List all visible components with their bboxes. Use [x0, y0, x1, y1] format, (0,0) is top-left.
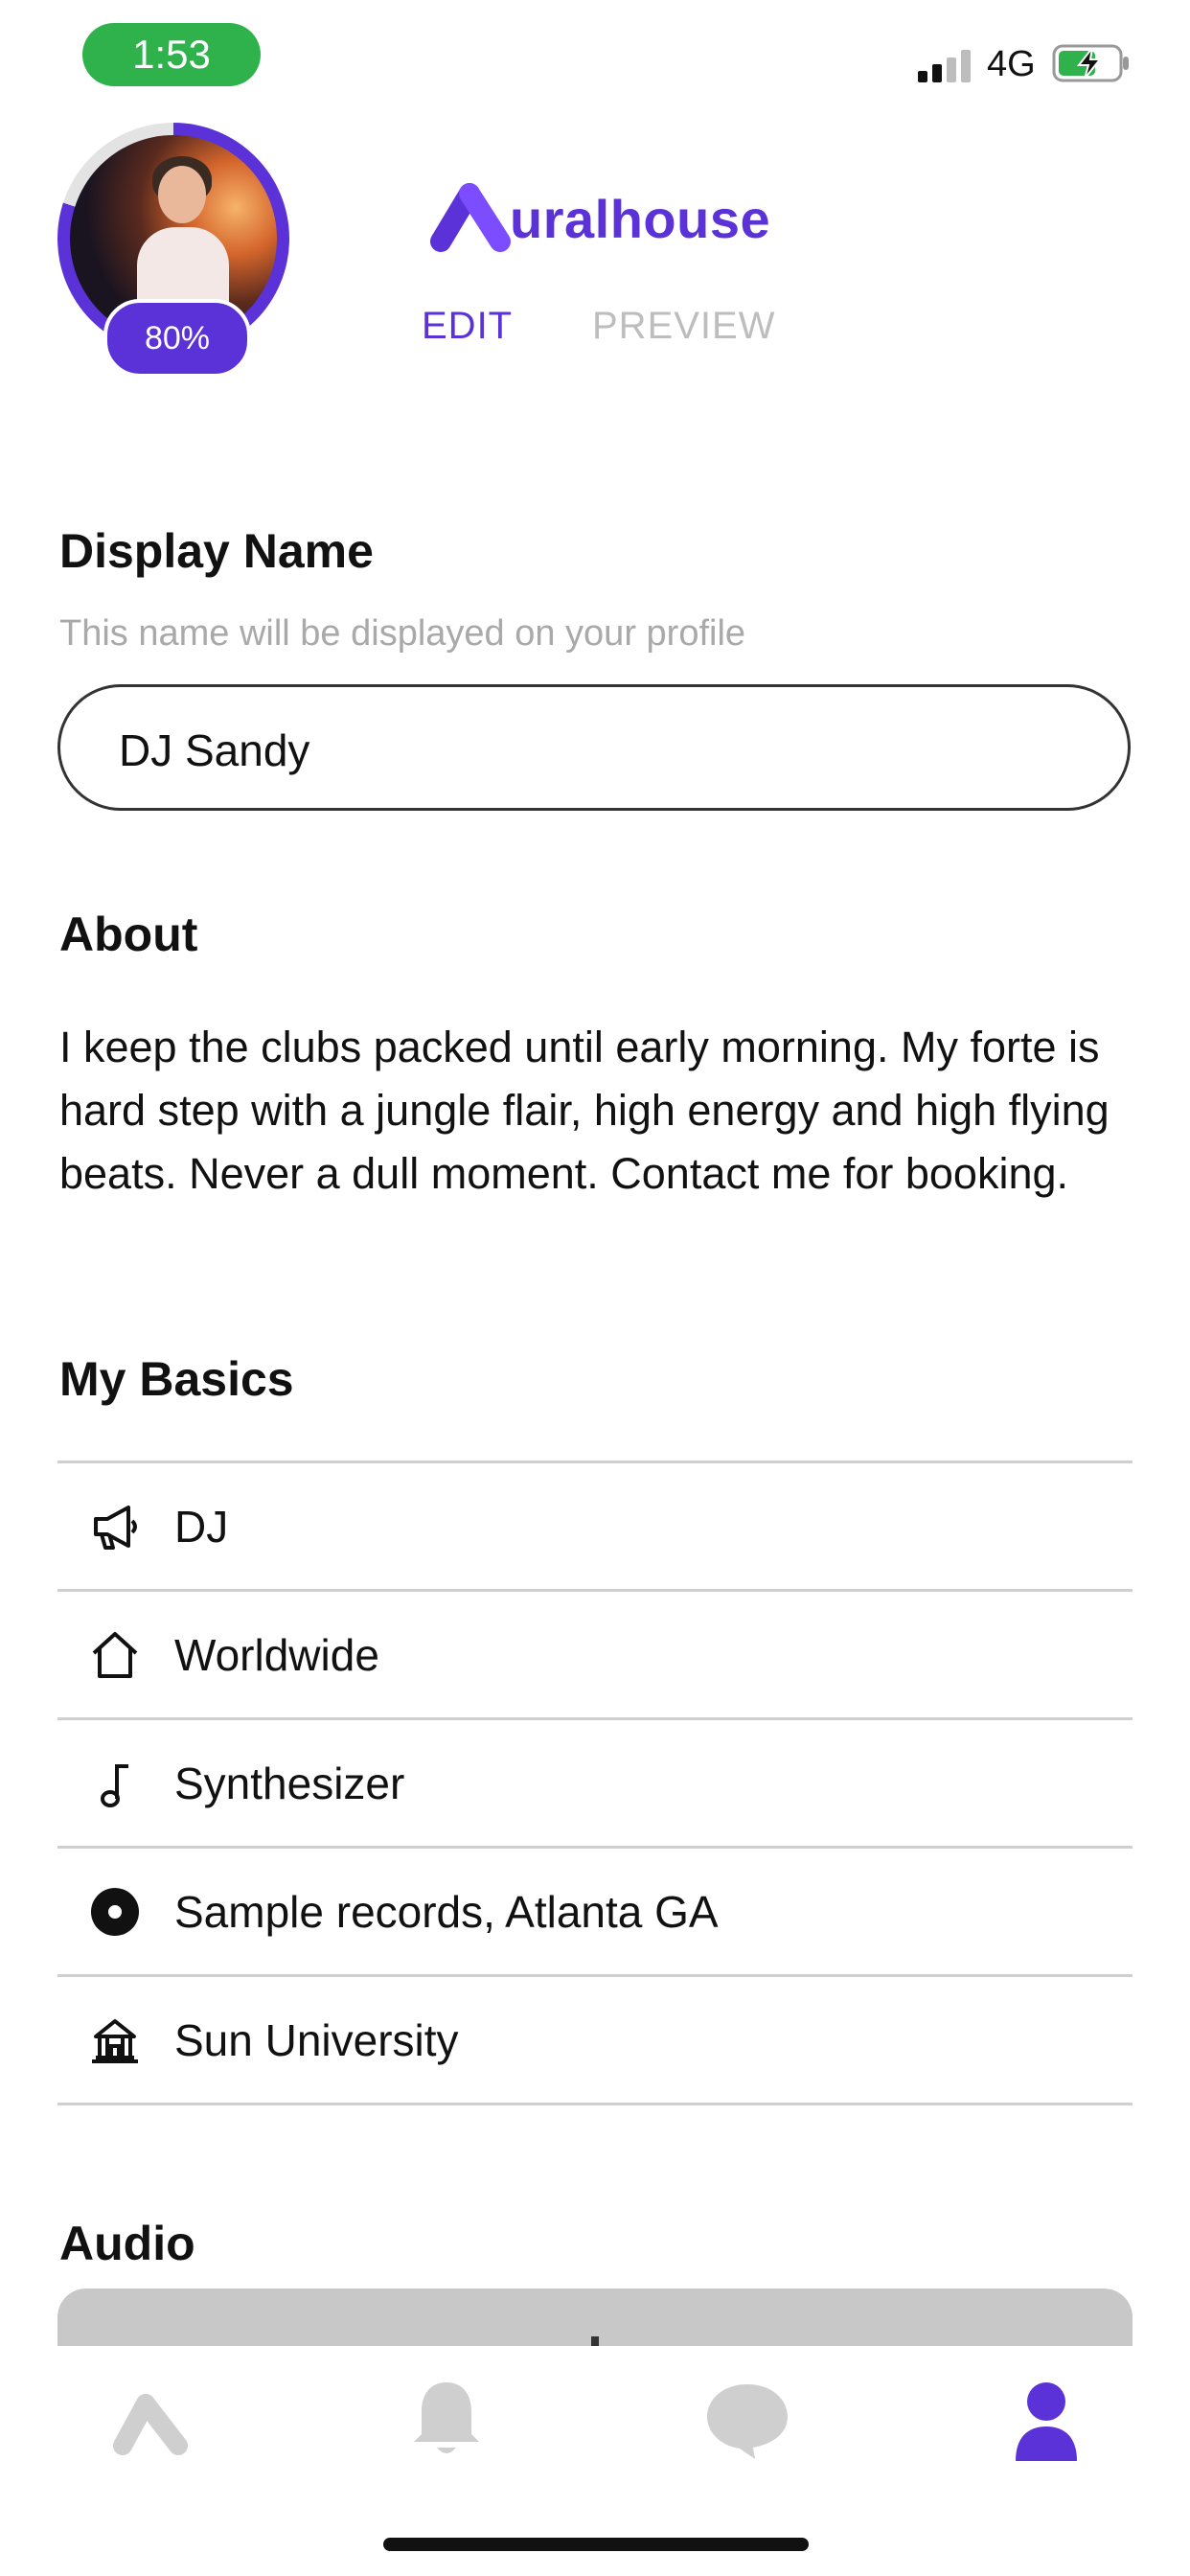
display-name-value[interactable]: DJ Sandy	[119, 724, 309, 776]
brand-name: uralhouse	[510, 189, 771, 249]
megaphone-icon	[88, 1500, 142, 1553]
music-note-icon	[88, 1757, 142, 1810]
basic-item-label-company[interactable]: Sample records, Atlanta GA	[57, 1846, 1133, 1974]
network-type: 4G	[987, 44, 1036, 84]
record-icon	[88, 1885, 142, 1939]
basic-item-label: Sun University	[174, 2014, 459, 2065]
basic-item-education[interactable]: Sun University	[57, 1974, 1133, 2105]
bell-icon[interactable]	[400, 2379, 492, 2461]
avatar-face	[158, 166, 206, 223]
audio-title: Audio	[59, 2217, 195, 2270]
chat-bubble-icon[interactable]	[701, 2379, 793, 2461]
display-name-hint: This name will be displayed on your prof…	[59, 613, 746, 654]
basic-item-label: Sample records, Atlanta GA	[174, 1886, 719, 1937]
tab-edit[interactable]: EDIT	[422, 305, 513, 348]
brand-tab-icon[interactable]	[103, 2379, 195, 2461]
basic-item-role[interactable]: DJ	[57, 1460, 1133, 1589]
battery-charging-icon	[1052, 44, 1129, 82]
basic-item-location[interactable]: Worldwide	[57, 1589, 1133, 1717]
tab-preview[interactable]: PREVIEW	[592, 305, 775, 348]
about-title: About	[59, 908, 198, 961]
basic-item-label: Worldwide	[174, 1629, 379, 1680]
basic-item-instrument[interactable]: Synthesizer	[57, 1717, 1133, 1846]
about-text[interactable]: I keep the clubs packed until early morn…	[59, 1016, 1123, 1206]
profile-icon[interactable]	[1000, 2379, 1092, 2461]
basics-title: My Basics	[59, 1352, 294, 1406]
university-icon	[88, 2013, 142, 2067]
completion-badge: 80%	[103, 299, 251, 378]
status-time: 1:53	[82, 23, 261, 86]
display-name-title: Display Name	[59, 524, 374, 578]
brand-logo-icon	[430, 183, 511, 252]
signal-strength-icon	[918, 50, 971, 82]
basic-item-label: Synthesizer	[174, 1758, 405, 1808]
basics-list: DJ Worldwide Synthesizer Sample records,…	[57, 1460, 1133, 2105]
home-indicator	[383, 2538, 809, 2551]
basic-item-label: DJ	[174, 1501, 229, 1552]
home-icon	[88, 1628, 142, 1682]
